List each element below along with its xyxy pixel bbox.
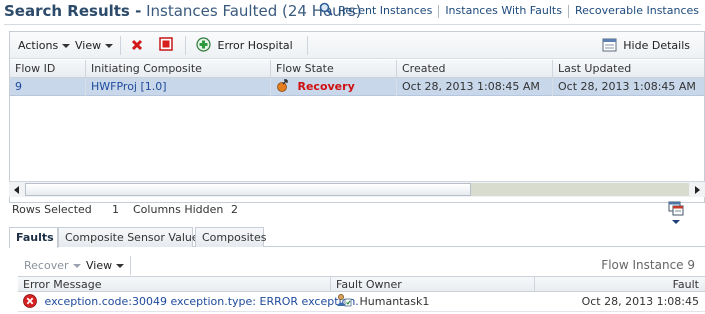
error-hospital-button[interactable]: Error Hospital — [196, 37, 293, 54]
error-message-cell[interactable]: exception.code:30049 exception.type: ERR… — [18, 292, 359, 312]
column-header-error-message[interactable]: Error Message — [18, 277, 331, 292]
column-header-initiating-composite[interactable]: Initiating Composite — [86, 60, 271, 78]
chevron-down-icon — [62, 44, 71, 48]
instances-with-faults-link[interactable]: Instances With Faults — [445, 3, 562, 19]
actions-menu-label: Actions — [18, 39, 59, 52]
error-hospital-icon — [196, 37, 211, 52]
view-menu[interactable]: View — [75, 37, 114, 54]
chevron-down-icon — [105, 44, 114, 48]
hide-details-label: Hide Details — [623, 39, 690, 52]
fault-time-cell: Oct 28, 2013 1:08:45 — [581, 295, 699, 308]
toolbar-divider — [185, 36, 186, 55]
column-header-flow-id[interactable]: Flow ID — [10, 60, 86, 78]
flow-state-label: Recovery — [297, 80, 355, 93]
recover-menu[interactable]: Recover — [24, 257, 81, 274]
rows-selected-label: Rows Selected — [12, 203, 92, 216]
page-title: Search Results - Instances Faulted (24 H… — [4, 0, 362, 22]
human-task-icon — [337, 294, 352, 307]
toolbar-divider — [307, 36, 308, 55]
page-title-strong: Search Results - — [4, 2, 142, 20]
scroll-left-button[interactable] — [9, 182, 25, 197]
view-menu-label: View — [75, 39, 102, 52]
fault-row[interactable]: exception.code:30049 exception.type: ERR… — [18, 292, 705, 312]
chevron-down-icon — [72, 264, 81, 268]
error-icon — [23, 294, 37, 308]
columns-hidden-label: Columns Hidden — [133, 203, 224, 216]
column-header-fault-time[interactable]: Fault — [535, 277, 705, 292]
created-cell: Oct 28, 2013 1:08:45 AM — [397, 78, 553, 96]
flow-instance-label: Flow Instance 9 — [601, 258, 695, 272]
scroll-right-button[interactable] — [689, 182, 705, 197]
header-divider — [4, 24, 701, 25]
chevron-left-icon — [14, 186, 19, 194]
last-updated-cell: Oct 28, 2013 1:08:45 AM — [558, 80, 696, 93]
scrollbar-thumb[interactable] — [25, 183, 471, 196]
column-header-fault-owner[interactable]: Fault Owner — [331, 277, 535, 292]
actions-menu[interactable]: Actions — [18, 37, 71, 54]
column-header-created[interactable]: Created — [397, 60, 553, 78]
table-toolbar: Actions View Error Hospital Hide Details — [10, 32, 704, 59]
fault-owner-label: Humantask1 — [359, 295, 430, 308]
link-divider — [438, 4, 440, 18]
instances-table-panel: Actions View Error Hospital Hide Details… — [9, 31, 705, 203]
recent-instances-link[interactable]: Recent Instances — [338, 3, 432, 19]
link-divider — [567, 4, 569, 18]
detach-icon[interactable] — [667, 201, 685, 234]
chevron-down-icon — [116, 264, 125, 268]
tab-faults[interactable]: Faults — [9, 227, 58, 248]
horizontal-scrollbar[interactable] — [9, 181, 705, 197]
toolbar-divider — [120, 36, 121, 55]
recover-menu-label: Recover — [24, 259, 69, 272]
composite-cell[interactable]: HWFProj [1.0] — [86, 78, 271, 96]
columns-hidden-value: 2 — [231, 203, 238, 216]
flow-id-cell[interactable]: 9 — [10, 78, 86, 96]
table-header: Flow ID Initiating Composite Flow State … — [10, 60, 704, 78]
column-header-last-updated[interactable]: Last Updated — [553, 60, 705, 78]
recoverable-instances-link[interactable]: Recoverable Instances — [575, 3, 699, 19]
error-message-link[interactable]: exception.code:30049 exception.type: ERR… — [45, 295, 359, 308]
toolbar-divider — [130, 256, 131, 275]
column-header-flow-state[interactable]: Flow State — [271, 60, 397, 78]
rows-selected-value: 1 — [112, 203, 119, 216]
faults-toolbar: Recover View Flow Instance 9 — [18, 252, 705, 275]
chevron-right-icon — [695, 186, 700, 194]
table-status-bar: Rows Selected 1 Columns Hidden 2 — [9, 200, 705, 224]
search-icon — [319, 2, 333, 21]
flow-state-cell: Recovery — [271, 78, 397, 96]
hide-details-button[interactable]: Hide Details — [602, 37, 690, 54]
panel-icon — [602, 38, 617, 52]
scrollbar-track[interactable] — [471, 183, 689, 196]
error-hospital-label: Error Hospital — [217, 39, 293, 52]
table-row[interactable]: 9 HWFProj [1.0] Recovery Oct 28, 2013 1:… — [10, 78, 704, 96]
faults-table-header: Error Message Fault Owner Fault — [18, 276, 705, 292]
abort-icon[interactable] — [159, 37, 173, 54]
recovery-icon — [277, 79, 288, 92]
tab-composite-sensor-values[interactable]: Composite Sensor Values — [58, 227, 204, 247]
delete-icon[interactable] — [130, 38, 144, 55]
tab-composites[interactable]: Composites — [195, 227, 266, 247]
faults-view-menu-label: View — [86, 259, 113, 272]
faults-view-menu[interactable]: View — [86, 257, 125, 274]
fault-owner-cell: Humantask1 — [331, 292, 535, 312]
header-links: Recent Instances Instances With Faults R… — [319, 2, 699, 21]
